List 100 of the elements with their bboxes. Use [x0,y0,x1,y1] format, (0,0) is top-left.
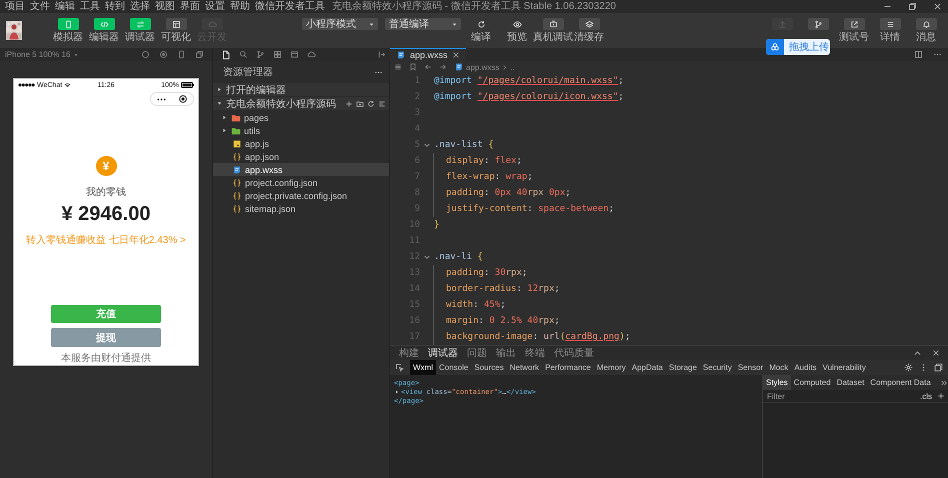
menu-item[interactable]: 项目 [5,0,25,12]
target-icon[interactable] [159,50,168,59]
new-folder-icon[interactable] [356,100,364,108]
tree-item[interactable]: app.json [213,150,389,163]
menu-item[interactable]: 微信开发者工具 [255,0,325,12]
filter-field[interactable]: Filter [763,390,920,402]
device-select[interactable]: iPhone 5 100% 16 [5,50,70,59]
menu-item[interactable]: 转到 [105,0,125,12]
tree-item[interactable]: sitemap.json [213,202,389,215]
simulator-button[interactable]: 模拟器 [52,18,84,43]
fold-icon[interactable] [422,253,430,261]
branch-icon[interactable] [256,50,265,59]
class-toggle[interactable]: .cls [920,392,932,400]
devtools-tab[interactable]: Wxml [410,360,436,375]
devtools-tab[interactable]: Performance [542,360,594,375]
compile-select[interactable]: 普通编译 [385,18,461,30]
devtools-tab[interactable]: Sources [471,360,507,375]
details-button[interactable]: 详情 [874,18,906,43]
search-icon[interactable] [239,50,248,59]
devtools-tab[interactable]: Security [700,360,735,375]
breadcrumb-item[interactable]: app.wxss [466,62,500,72]
list-icon [886,20,894,28]
messages-button[interactable]: 消息 [910,18,942,43]
preview-button[interactable]: 预览 [501,18,533,43]
menu-item[interactable]: 编辑 [55,0,75,12]
styles-tab[interactable]: Dataset [834,375,868,390]
styles-tab[interactable]: Computed [790,375,834,390]
add-icon[interactable] [345,100,353,108]
panel-tab[interactable]: 代码质量 [554,346,594,360]
menu-item[interactable]: 工具 [80,0,100,12]
maximize-icon[interactable] [913,348,922,358]
drag-upload-button[interactable]: 拖拽上传 [766,39,830,55]
breadcrumb-item[interactable]: .. [510,62,515,72]
tree-item[interactable]: app.wxss [213,163,389,176]
close-target-icon[interactable] [178,94,188,104]
panel-tab[interactable]: 调试器 [428,346,458,360]
tree-item[interactable]: project.config.json [213,176,389,189]
devtools-tab[interactable]: Network [506,360,542,375]
menu-item[interactable]: 帮助 [230,0,250,12]
devtools-tab[interactable]: Console [436,360,472,375]
panel-tab[interactable]: 终端 [525,346,545,360]
devtools-tab[interactable]: Sensor [734,360,766,375]
section-header[interactable]: 充电余额特效小程序源码 [213,97,389,110]
section-header[interactable]: 打开的编辑器 [213,83,389,96]
menu-item[interactable]: 界面 [180,0,200,12]
add-icon[interactable] [937,392,945,400]
menu-item[interactable]: 选择 [130,0,150,12]
menu-item[interactable]: 文件 [30,0,50,12]
refresh-icon[interactable] [367,100,375,108]
forward-icon[interactable] [439,63,447,71]
visual-button[interactable]: 可视化 [160,18,192,43]
more-tabs-icon[interactable] [940,378,948,386]
tree-item[interactable]: pages [213,111,389,124]
tree-item[interactable]: app.js [213,137,389,150]
record-icon[interactable] [141,50,150,59]
editor-tab[interactable]: app.wxss [390,48,466,61]
devtools-tab[interactable]: AppData [628,360,666,375]
fold-icon[interactable] [422,141,430,149]
stylesheet-icon [396,50,406,60]
test-account-button[interactable]: 测试号 [838,18,870,43]
devtools-tab[interactable]: Vulnerability [820,360,869,375]
tree-item[interactable]: project.private.config.json [213,189,389,202]
collapse-icon[interactable] [378,100,386,108]
phone-icon[interactable] [177,50,186,59]
copy-icon[interactable] [195,50,204,59]
styles-tab[interactable]: Component Data [867,375,934,390]
code-line: .nav-list { [433,139,494,152]
close-icon[interactable] [933,2,942,11]
debugger-button[interactable]: 调试器 [124,18,156,43]
inspect-icon[interactable] [395,363,404,372]
dock-icon[interactable] [934,363,943,372]
clear-cache-button[interactable]: 清缓存 [573,18,605,43]
window-icon[interactable] [290,50,299,59]
close-icon[interactable] [452,51,460,59]
settings-icon[interactable] [904,363,913,372]
mode-select[interactable]: 小程序模式 [302,18,378,30]
menu-item[interactable]: 视图 [155,0,175,12]
expand-arrow-icon[interactable] [394,388,400,394]
bookmark-icon[interactable] [409,63,417,71]
devtools-tab[interactable]: Storage [666,360,700,375]
panel-tab[interactable]: 问题 [467,346,487,360]
panel-toggle-icon[interactable] [377,50,386,59]
menu-item[interactable]: 设置 [205,0,225,12]
devtools-tab[interactable]: Mock [766,360,792,375]
devtools-tab[interactable]: Audits [791,360,820,375]
close-icon[interactable] [932,348,940,356]
panel-tab[interactable]: 构建 [399,346,419,360]
editor-button[interactable]: 编辑器 [88,18,120,43]
compile-button[interactable]: 编译 [465,18,497,43]
files-icon[interactable] [221,50,231,60]
devtools-tab[interactable]: Memory [594,360,629,375]
styles-tab[interactable]: Styles [763,375,791,390]
grid-icon[interactable] [273,50,282,59]
tree-item[interactable]: utils [213,124,389,137]
maximize-icon[interactable] [908,2,917,11]
outline-icon[interactable] [394,63,402,71]
back-icon[interactable] [424,63,432,71]
cloud-icon[interactable] [307,50,316,59]
split-icon[interactable] [914,50,923,59]
panel-tab[interactable]: 输出 [496,346,516,360]
